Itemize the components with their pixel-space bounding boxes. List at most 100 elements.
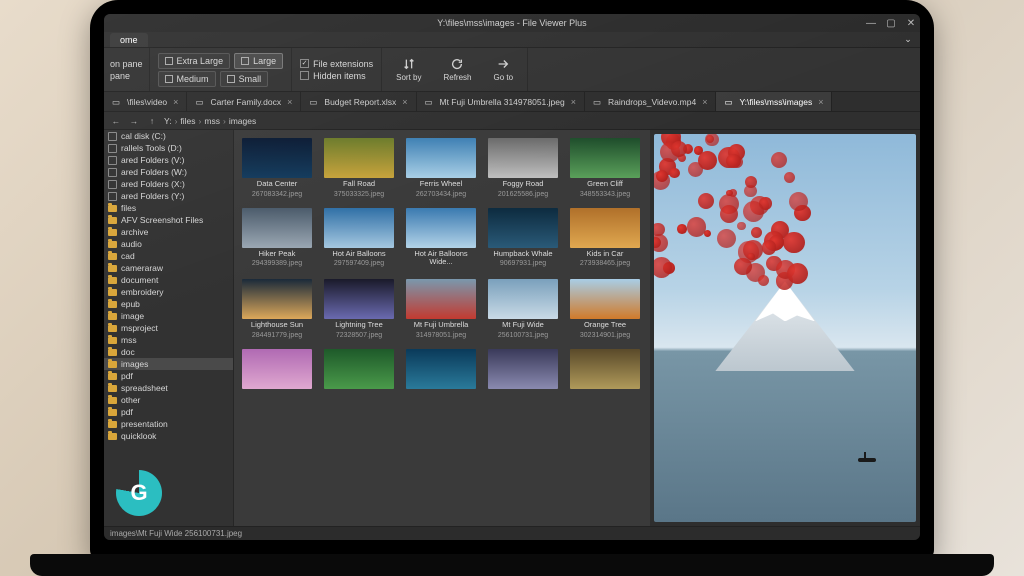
thumbnail-filename: 348553343.jpeg bbox=[580, 191, 630, 198]
nav-back-button[interactable]: ← bbox=[110, 115, 122, 127]
thumbnail-grid[interactable]: Data Center267083342.jpegFall Road375033… bbox=[234, 130, 650, 526]
navigation-pane-button[interactable]: on pane bbox=[110, 59, 143, 69]
sort-by-button[interactable]: Sort by bbox=[390, 55, 427, 84]
thumbnail-filename: 284491779.jpeg bbox=[252, 332, 302, 339]
folder-item[interactable]: quicklook bbox=[104, 430, 233, 442]
thumbnail-item[interactable]: Hiker Peak294399389.jpeg bbox=[242, 208, 312, 269]
tab-close-icon[interactable]: × bbox=[571, 97, 576, 107]
thumbnail-item[interactable]: Kids in Car273938465.jpeg bbox=[570, 208, 640, 269]
maple-leaves-graphic bbox=[654, 134, 814, 286]
document-tab[interactable]: ▭Y:\files\mss\images× bbox=[716, 92, 832, 111]
thumbnail-item[interactable]: Green Cliff348553343.jpeg bbox=[570, 138, 640, 198]
go-to-button[interactable]: Go to bbox=[488, 55, 520, 84]
size-small-button[interactable]: Small bbox=[220, 71, 269, 87]
boat-graphic bbox=[858, 458, 876, 462]
folder-item[interactable]: doc bbox=[104, 346, 233, 358]
folder-item[interactable]: mss bbox=[104, 334, 233, 346]
thumbnail-item[interactable]: Fall Road375033325.jpeg bbox=[324, 138, 394, 198]
size-medium-button[interactable]: Medium bbox=[158, 71, 216, 87]
folder-icon bbox=[108, 217, 117, 224]
folder-item[interactable]: archive bbox=[104, 226, 233, 238]
tab-home[interactable]: ome bbox=[110, 33, 148, 47]
document-tab[interactable]: ▭ \files\video × bbox=[104, 92, 187, 111]
ribbon-collapse-icon[interactable]: ⌄ bbox=[902, 34, 914, 46]
tab-close-icon[interactable]: × bbox=[818, 97, 823, 107]
folder-item[interactable]: embroidery bbox=[104, 286, 233, 298]
thumbnail-item[interactable]: Foggy Road 201625586.jpeg bbox=[488, 138, 558, 198]
file-icon: ▭ bbox=[112, 97, 121, 106]
thumbnail-item[interactable]: Ferris Wheel262703434.jpeg bbox=[406, 138, 476, 198]
thumbnail-item[interactable] bbox=[406, 349, 476, 393]
size-large-button[interactable]: Large bbox=[234, 53, 283, 69]
drive-label: rallels Tools (D:) bbox=[121, 143, 182, 153]
thumbnail-item[interactable]: Humpback Whale90697931.jpeg bbox=[488, 208, 558, 269]
folder-item[interactable]: audio bbox=[104, 238, 233, 250]
folder-item[interactable]: presentation bbox=[104, 418, 233, 430]
folder-item[interactable]: epub bbox=[104, 298, 233, 310]
folder-item[interactable]: image bbox=[104, 310, 233, 322]
document-tab[interactable]: ▭Carter Family.docx× bbox=[187, 92, 301, 111]
drive-item[interactable]: ared Folders (Y:) bbox=[104, 190, 233, 202]
minimize-button[interactable]: — bbox=[866, 18, 876, 28]
thumbnail-item[interactable]: Mt Fuji Wide256100731.jpeg bbox=[488, 279, 558, 339]
thumbnail-filename: 297597409.jpeg bbox=[334, 260, 384, 267]
thumbnail-item[interactable] bbox=[324, 349, 394, 393]
tab-close-icon[interactable]: × bbox=[173, 97, 178, 107]
preview-pane-button[interactable]: pane bbox=[110, 71, 130, 81]
folder-item[interactable]: cameraraw bbox=[104, 262, 233, 274]
drive-label: ared Folders (W:) bbox=[121, 167, 187, 177]
thumbnail-image bbox=[570, 279, 640, 319]
thumbnail-filename: 201625586.jpeg bbox=[498, 191, 548, 198]
drive-item[interactable]: ared Folders (X:) bbox=[104, 178, 233, 190]
thumbnail-filename: 90697931.jpeg bbox=[500, 260, 546, 267]
document-tab[interactable]: ▭Raindrops_Videvo.mp4× bbox=[585, 92, 716, 111]
tab-label: \files\video bbox=[127, 97, 167, 107]
folder-item[interactable]: document bbox=[104, 274, 233, 286]
thumbnail-item[interactable]: Lighthouse Sun284491779.jpeg bbox=[242, 279, 312, 339]
thumbnail-image bbox=[324, 208, 394, 248]
document-tab[interactable]: ▭Mt Fuji Umbrella 314978051.jpeg× bbox=[417, 92, 585, 111]
drive-item[interactable]: ared Folders (V:) bbox=[104, 154, 233, 166]
folder-item[interactable]: pdf bbox=[104, 370, 233, 382]
hidden-items-check[interactable]: Hidden items bbox=[300, 71, 373, 81]
folder-item[interactable]: cad bbox=[104, 250, 233, 262]
thumbnail-item[interactable]: Orange Tree302314901.jpeg bbox=[570, 279, 640, 339]
thumbnail-item[interactable]: Data Center267083342.jpeg bbox=[242, 138, 312, 198]
file-extensions-check[interactable]: ✓File extensions bbox=[300, 59, 373, 69]
thumbnail-item[interactable] bbox=[488, 349, 558, 393]
thumbnail-image bbox=[324, 349, 394, 389]
tab-close-icon[interactable]: × bbox=[702, 97, 707, 107]
folder-item[interactable]: msproject bbox=[104, 322, 233, 334]
tab-close-icon[interactable]: × bbox=[402, 97, 407, 107]
folder-item[interactable]: other bbox=[104, 394, 233, 406]
folder-item[interactable]: AFV Screenshot Files bbox=[104, 214, 233, 226]
layout-group: Extra Large Large Medium Small bbox=[150, 48, 293, 91]
folder-item[interactable]: spreadsheet bbox=[104, 382, 233, 394]
folder-item[interactable]: images bbox=[104, 358, 233, 370]
breadcrumb[interactable]: Y:›files›mss›images bbox=[164, 116, 256, 126]
thumbnail-item[interactable]: Lightning Tree72328507.jpeg bbox=[324, 279, 394, 339]
refresh-button[interactable]: Refresh bbox=[437, 55, 477, 84]
document-tab[interactable]: ▭Budget Report.xlsx× bbox=[301, 92, 416, 111]
tab-label: Raindrops_Videvo.mp4 bbox=[608, 97, 696, 107]
size-extra-large-button[interactable]: Extra Large bbox=[158, 53, 231, 69]
thumbnail-item[interactable]: Hot Air Balloons297597409.jpeg bbox=[324, 208, 394, 269]
folder-item[interactable]: pdf bbox=[104, 406, 233, 418]
folder-item[interactable]: files bbox=[104, 202, 233, 214]
thumbnail-item[interactable]: Mt Fuji Umbrella314978051.jpeg bbox=[406, 279, 476, 339]
drive-label: cal disk (C:) bbox=[121, 131, 166, 141]
thumbnail-item[interactable] bbox=[242, 349, 312, 393]
maximize-button[interactable]: ▢ bbox=[886, 18, 896, 28]
thumbnail-item[interactable]: Hot Air Balloons Wide... bbox=[406, 208, 476, 269]
nav-forward-button[interactable]: → bbox=[128, 115, 140, 127]
thumbnail-item[interactable] bbox=[570, 349, 640, 393]
folder-tree[interactable]: cal disk (C:)rallels Tools (D:)ared Fold… bbox=[104, 130, 234, 526]
tab-close-icon[interactable]: × bbox=[287, 97, 292, 107]
drive-item[interactable]: rallels Tools (D:) bbox=[104, 142, 233, 154]
drive-item[interactable]: ared Folders (W:) bbox=[104, 166, 233, 178]
folder-icon bbox=[108, 313, 117, 320]
drive-item[interactable]: cal disk (C:) bbox=[104, 130, 233, 142]
close-button[interactable]: ✕ bbox=[906, 18, 916, 28]
thumbnail-name: Foggy Road bbox=[503, 180, 544, 189]
nav-up-button[interactable]: ↑ bbox=[146, 115, 158, 127]
